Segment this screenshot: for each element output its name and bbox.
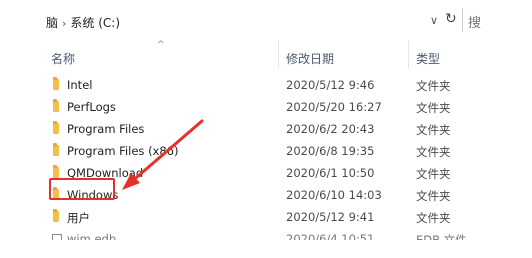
annotation-arrow-icon	[122, 119, 204, 190]
